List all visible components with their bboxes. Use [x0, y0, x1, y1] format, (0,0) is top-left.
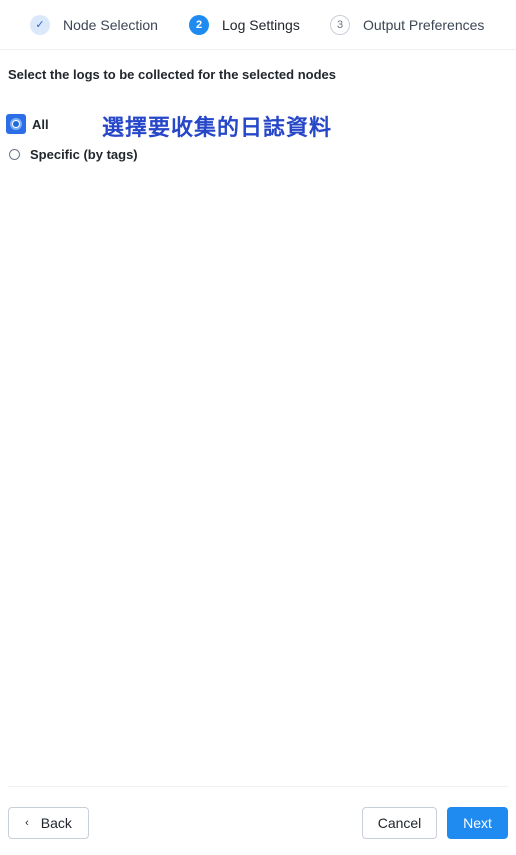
back-label: Back: [40, 815, 72, 831]
next-button[interactable]: Next: [447, 807, 508, 839]
cancel-button[interactable]: Cancel: [362, 807, 437, 839]
step-label: Log Settings: [222, 17, 300, 33]
step-label: Node Selection: [63, 17, 158, 33]
chevron-left-icon: ‹: [25, 816, 29, 829]
log-settings-panel: Select the logs to be collected for the …: [6, 66, 508, 162]
radio-selected-icon[interactable]: [6, 114, 26, 134]
radio-option-all[interactable]: All: [6, 114, 49, 134]
check-icon: ✓: [30, 15, 50, 35]
step-number-badge: 3: [330, 15, 350, 35]
radio-label: Specific (by tags): [30, 147, 138, 162]
step-number-badge: 2: [189, 15, 209, 35]
radio-unselected-icon[interactable]: [9, 149, 20, 160]
step-node-selection[interactable]: ✓ Node Selection: [30, 14, 158, 36]
step-output-preferences[interactable]: 3 Output Preferences: [330, 14, 484, 36]
footer-divider: [8, 786, 508, 787]
annotation-text: 選擇要收集的日誌資料: [102, 116, 333, 141]
back-button[interactable]: ‹ Back: [8, 807, 89, 839]
instruction-text: Select the logs to be collected for the …: [8, 67, 336, 82]
radio-label: All: [32, 116, 49, 132]
step-label: Output Preferences: [363, 17, 485, 33]
radio-option-specific[interactable]: Specific (by tags): [8, 147, 138, 162]
wizard-stepper: ✓ Node Selection 2 Log Settings 3 Output…: [0, 0, 516, 50]
step-log-settings[interactable]: 2 Log Settings: [189, 14, 300, 36]
log-collection-wizard: ✓ Node Selection 2 Log Settings 3 Output…: [0, 0, 516, 855]
